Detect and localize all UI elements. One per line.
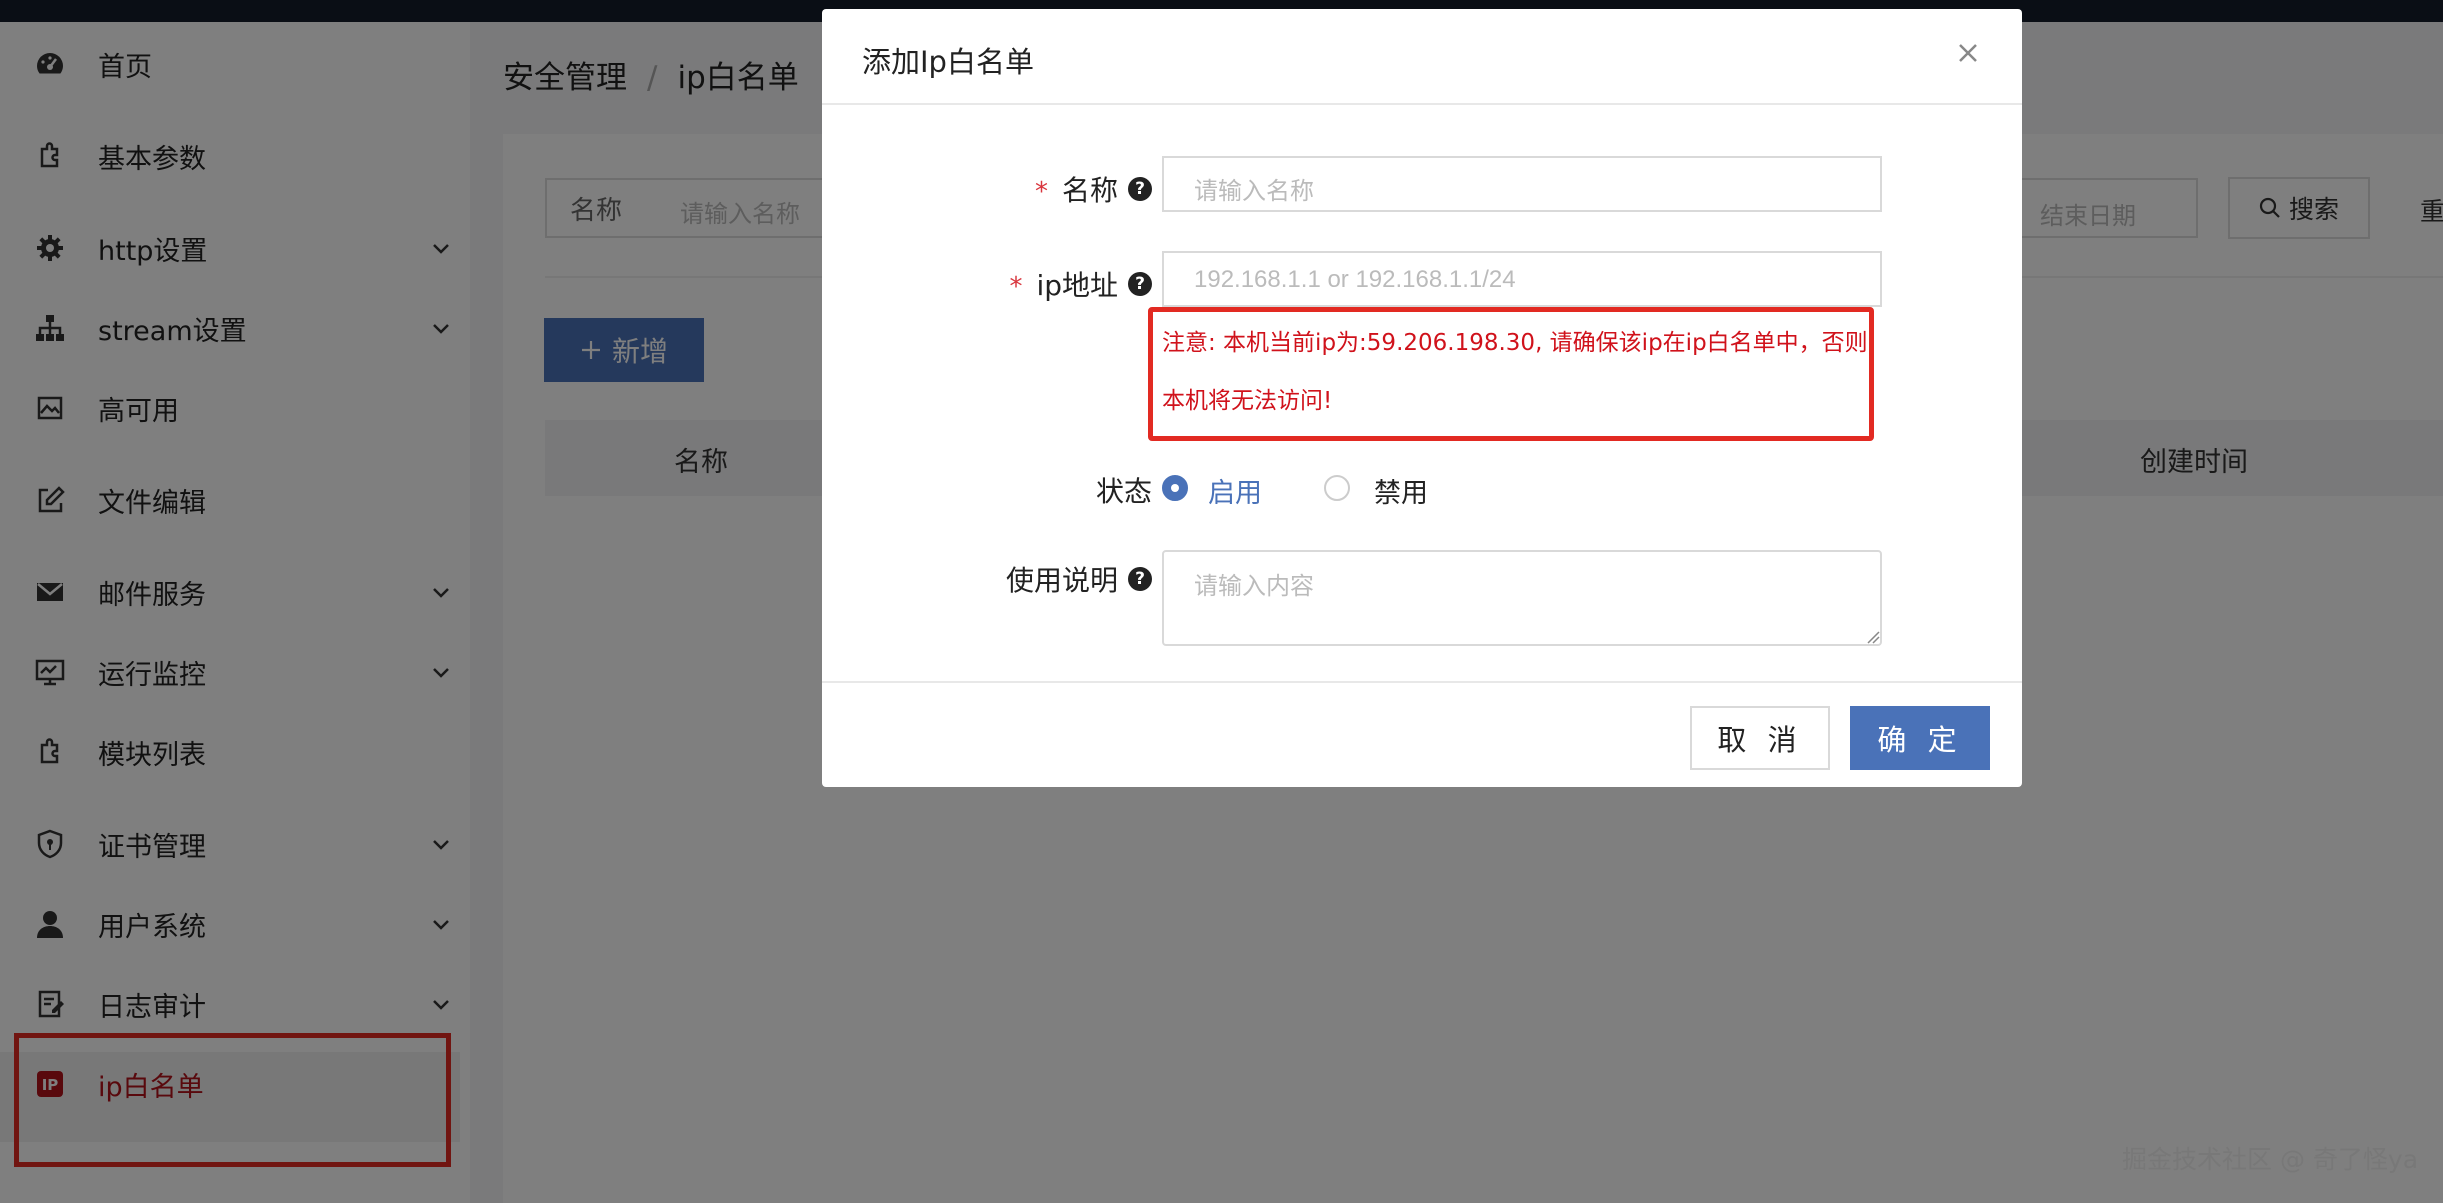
help-icon[interactable]: ? bbox=[1128, 177, 1152, 201]
required-mark: * bbox=[1009, 272, 1023, 302]
confirm-button[interactable]: 确 定 bbox=[1850, 706, 1990, 770]
status-field-label: 状态 bbox=[1096, 470, 1152, 510]
required-mark: * bbox=[1034, 177, 1048, 207]
radio-enabled[interactable] bbox=[1162, 475, 1188, 501]
help-icon[interactable]: ? bbox=[1128, 567, 1152, 591]
radio-disabled[interactable] bbox=[1324, 475, 1350, 501]
warning-line-2: 本机将无法访问! bbox=[1162, 388, 1333, 414]
name-field-label: * 名称 ? bbox=[1035, 169, 1152, 209]
dialog-title: 添加Ip白名单 bbox=[862, 45, 1034, 79]
description-label-text: 使用说明 bbox=[1005, 564, 1118, 597]
warning-line-1: 注意: 本机当前ip为:59.206.198.30, 请确保该ip在ip白名单中… bbox=[1162, 330, 1868, 356]
name-input[interactable]: 请输入名称 bbox=[1162, 156, 1882, 212]
dialog-header-divider bbox=[822, 103, 2022, 105]
ip-field-label: * ip地址 ? bbox=[1009, 264, 1152, 304]
cancel-button[interactable]: 取 消 bbox=[1690, 706, 1830, 770]
add-ip-dialog: 添加Ip白名单 * 名称 ? 请输入名称 * ip地址 ? 192.168.1.1 … bbox=[822, 9, 2022, 787]
close-icon[interactable] bbox=[1952, 37, 1984, 69]
ip-label-text: ip地址 bbox=[1036, 269, 1118, 302]
radio-enabled-label[interactable]: 启用 bbox=[1208, 471, 1262, 510]
description-textarea[interactable]: 请输入内容 bbox=[1162, 550, 1882, 646]
ip-input[interactable]: 192.168.1.1 or 192.168.1.1/24 bbox=[1162, 251, 1882, 307]
dialog-footer-divider bbox=[822, 681, 2022, 683]
name-label-text: 名称 bbox=[1061, 174, 1118, 207]
resize-handle-icon[interactable] bbox=[1866, 630, 1880, 644]
status-label-text: 状态 bbox=[1095, 475, 1152, 508]
radio-disabled-label[interactable]: 禁用 bbox=[1374, 471, 1428, 510]
help-icon[interactable]: ? bbox=[1128, 272, 1152, 296]
description-field-label: 使用说明 ? bbox=[1006, 559, 1152, 599]
